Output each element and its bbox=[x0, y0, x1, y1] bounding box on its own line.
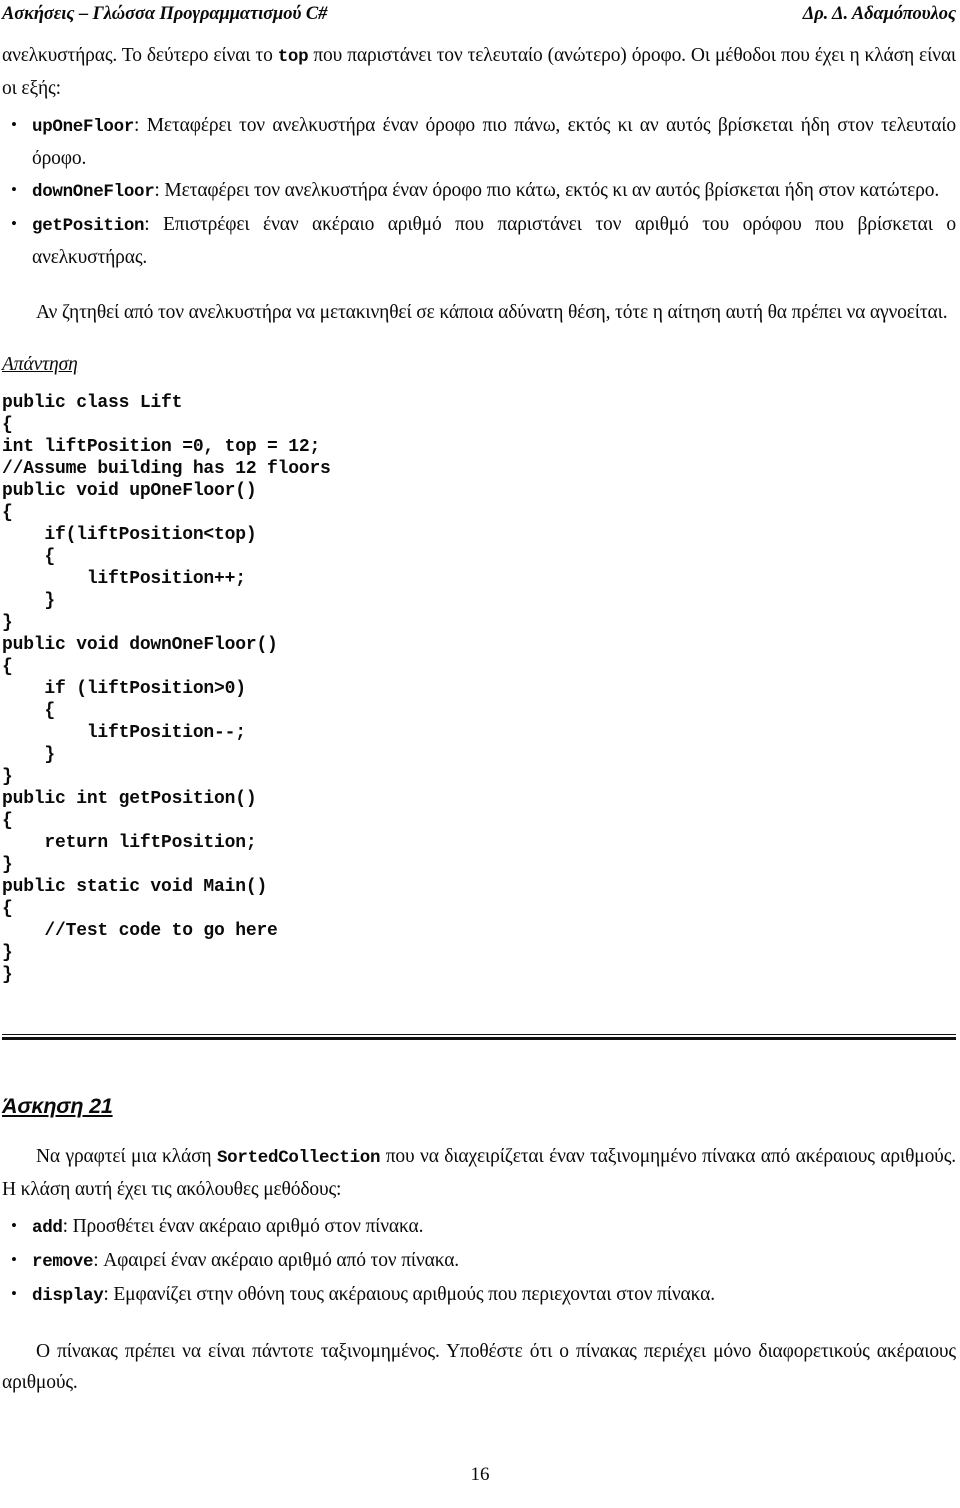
method-description: : Επιστρέφει έναν ακέραιο αριθμό που παρ… bbox=[32, 214, 956, 268]
exercise-21-closing-paragraph: Ο πίνακας πρέπει να είναι πάντοτε ταξινο… bbox=[2, 1341, 956, 1393]
page-number: 16 bbox=[470, 1464, 490, 1485]
method-name-remove: remove bbox=[32, 1252, 94, 1272]
document-page: Ασκήσεις – Γλώσσα Προγραμματισμού C# Δρ.… bbox=[0, 0, 960, 1508]
exercise-21-intro-paragraph: Να γραφτεί μια κλάση SortedCollection πο… bbox=[2, 1141, 956, 1205]
header-author-right: Δρ. Δ. Αδαμόπουλος bbox=[802, 4, 956, 24]
code-listing-lift: public class Lift { int liftPosition =0,… bbox=[2, 393, 331, 985]
method-name-getposition: getPosition bbox=[32, 216, 145, 236]
exercise-21-method-list: add: Προσθέτει έναν ακέραιο αριθμό στον … bbox=[2, 1210, 956, 1312]
method-name-display: display bbox=[32, 1286, 104, 1306]
method-description: : Εμφανίζει στην οθόνη τους ακέραιους αρ… bbox=[103, 1284, 715, 1305]
method-name-downonefloor: downOneFloor bbox=[32, 182, 155, 202]
list-item: display: Εμφανίζει στην οθόνη τους ακέρα… bbox=[2, 1278, 956, 1312]
method-description: : Μεταφέρει τον ανελκυστήρα έναν όροφο π… bbox=[32, 115, 956, 169]
answer-heading-wrapper: Απάντηση bbox=[2, 328, 956, 376]
method-description: : Μεταφέρει τον ανελκυστήρα έναν όροφο π… bbox=[154, 180, 940, 201]
intro-text-part-1: ανελκυστήρας. Το δεύτερο είναι το bbox=[2, 45, 278, 66]
exercise-21-heading-wrapper: Άσκηση 21 bbox=[2, 1094, 956, 1119]
page-content: ανελκυστήρας. Το δεύτερο είναι το top πο… bbox=[2, 40, 956, 1398]
page-title: Άσκηση 21 bbox=[2, 1094, 113, 1118]
answer-heading: Απάντηση bbox=[2, 354, 78, 375]
list-item: downOneFloor: Μεταφέρει τον ανελκυστήρα … bbox=[2, 174, 956, 208]
exercise-20-method-list: upOneFloor: Μεταφέρει τον ανελκυστήρα έν… bbox=[2, 109, 956, 273]
intro-text-part-1: Να γραφτεί μια κλάση bbox=[36, 1146, 217, 1167]
header-title-left: Ασκήσεις – Γλώσσα Προγραμματισμού C# bbox=[2, 4, 328, 24]
method-description: : Προσθέτει έναν ακέραιο αριθμό στον πίν… bbox=[62, 1216, 424, 1237]
list-item: upOneFloor: Μεταφέρει τον ανελκυστήρα έν… bbox=[2, 109, 956, 174]
list-item: remove: Αφαιρεί έναν ακέραιο αριθμό από … bbox=[2, 1244, 956, 1278]
list-item: getPosition: Επιστρέφει έναν ακέραιο αρι… bbox=[2, 208, 956, 273]
method-description: : Αφαιρεί έναν ακέραιο αριθμό από τον πί… bbox=[93, 1250, 460, 1271]
running-header: Ασκήσεις – Γλώσσα Προγραμματισμού C# Δρ.… bbox=[0, 4, 960, 30]
section-divider bbox=[2, 1034, 956, 1040]
list-item: add: Προσθέτει έναν ακέραιο αριθμό στον … bbox=[2, 1210, 956, 1244]
inline-code-top: top bbox=[277, 47, 309, 67]
method-name-add: add bbox=[32, 1218, 63, 1238]
method-name-uponefloor: upOneFloor bbox=[32, 117, 135, 137]
inline-code-sortedcollection: SortedCollection bbox=[216, 1148, 381, 1168]
exercise-20-closing-paragraph: Αν ζητηθεί από τον ανελκυστήρα να μετακι… bbox=[36, 302, 948, 323]
exercise-20-intro-paragraph: ανελκυστήρας. Το δεύτερο είναι το top πο… bbox=[2, 40, 956, 104]
